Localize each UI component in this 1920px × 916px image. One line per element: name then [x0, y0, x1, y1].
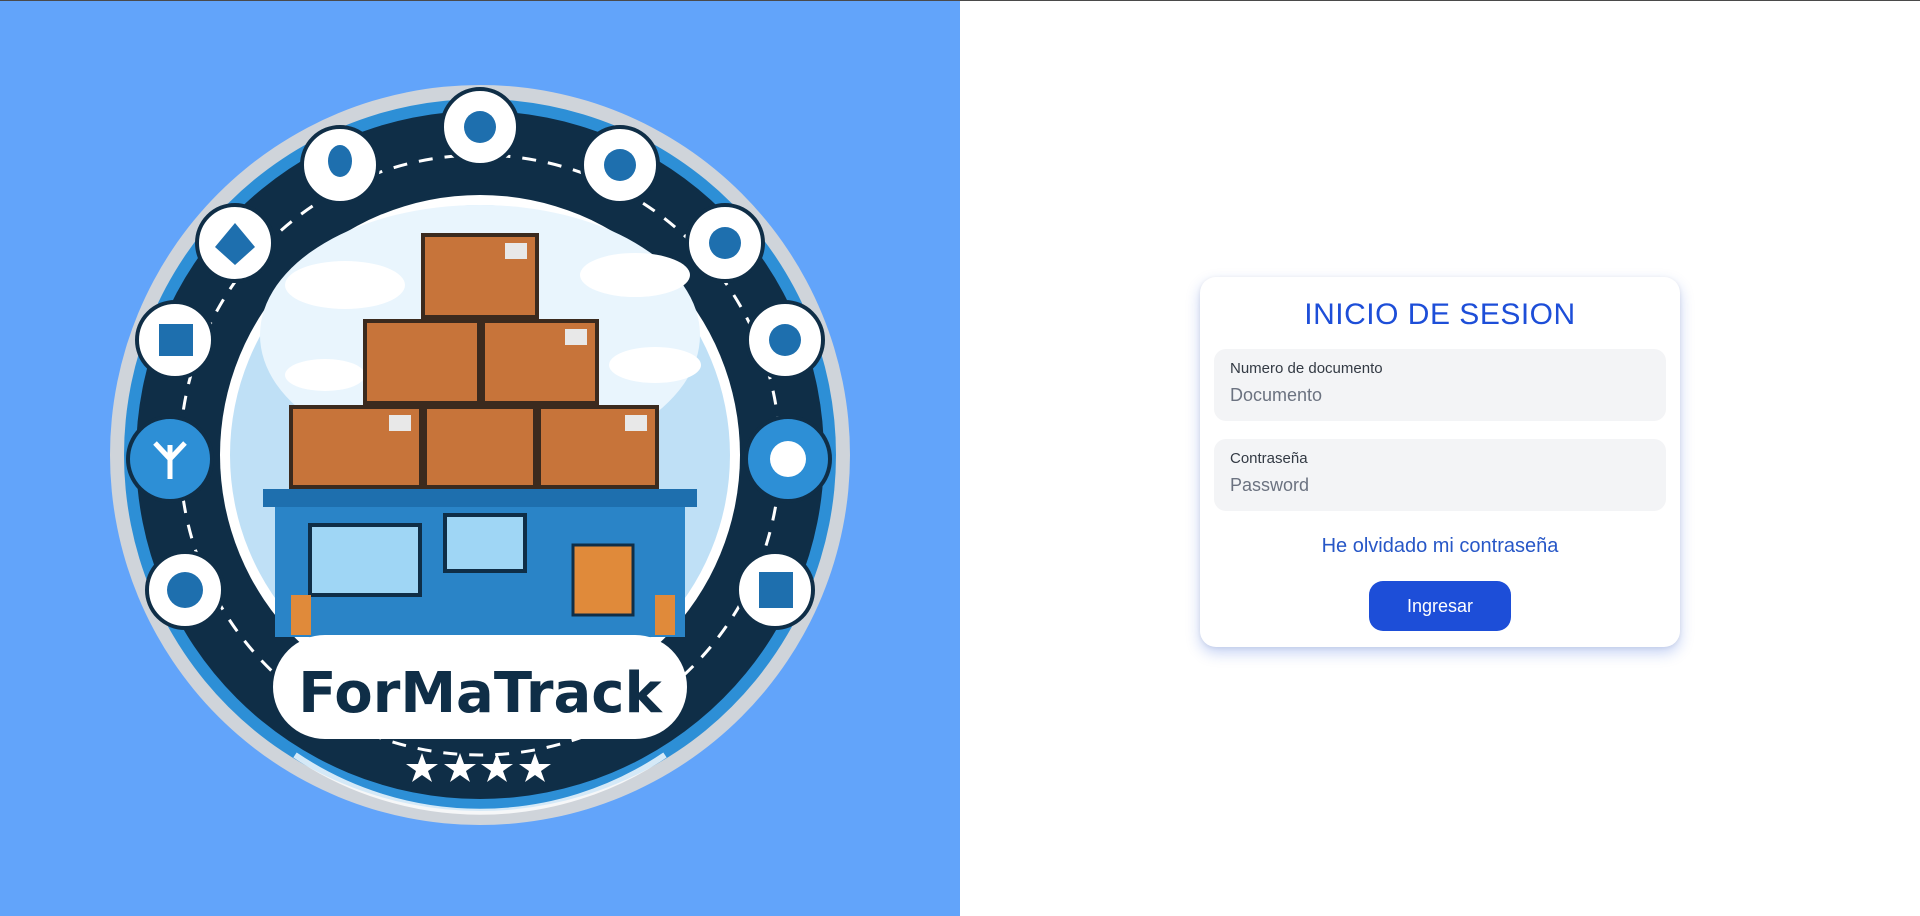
logo-text: ForMaTrack — [298, 661, 663, 726]
login-page: ForMaTrack INICIO DE SESION Numero de do… — [0, 0, 1920, 916]
document-label: Numero de documento — [1230, 360, 1383, 377]
brand-panel: ForMaTrack — [0, 1, 960, 916]
login-panel: INICIO DE SESION Numero de documento Con… — [960, 1, 1920, 916]
document-field[interactable]: Numero de documento — [1214, 349, 1666, 421]
document-input[interactable] — [1230, 381, 1650, 409]
formatrack-logo: ForMaTrack — [95, 75, 865, 835]
login-title: INICIO DE SESION — [1304, 298, 1576, 331]
logo-graphic: ForMaTrack — [110, 85, 850, 825]
password-field[interactable]: Contraseña — [1214, 439, 1666, 511]
password-label: Contraseña — [1230, 450, 1308, 467]
forgot-password-link[interactable]: He olvidado mi contraseña — [1214, 533, 1666, 559]
login-card: INICIO DE SESION Numero de documento Con… — [1200, 277, 1680, 647]
password-input[interactable] — [1230, 471, 1650, 499]
submit-button[interactable]: Ingresar — [1369, 581, 1511, 631]
